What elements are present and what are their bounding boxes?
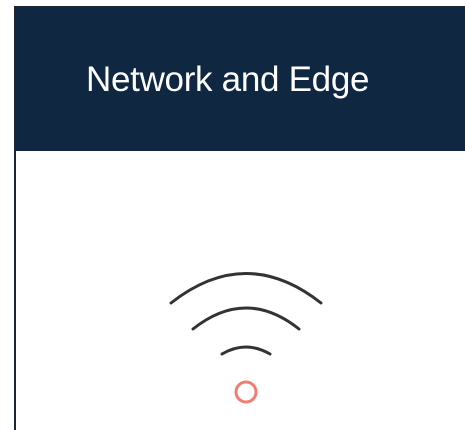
wifi-inner-arc [220,345,272,356]
page-canvas: Network and Edge [0,0,465,430]
wifi-outer-arc [169,272,323,305]
wifi-signal-dot [234,380,258,404]
card-header: Network and Edge [16,8,465,151]
card-title: Network and Edge [86,60,370,99]
card-body [16,151,465,430]
wifi-middle-arc [191,306,301,331]
network-edge-card[interactable]: Network and Edge [14,6,465,430]
wifi-signal-icon [169,272,323,404]
